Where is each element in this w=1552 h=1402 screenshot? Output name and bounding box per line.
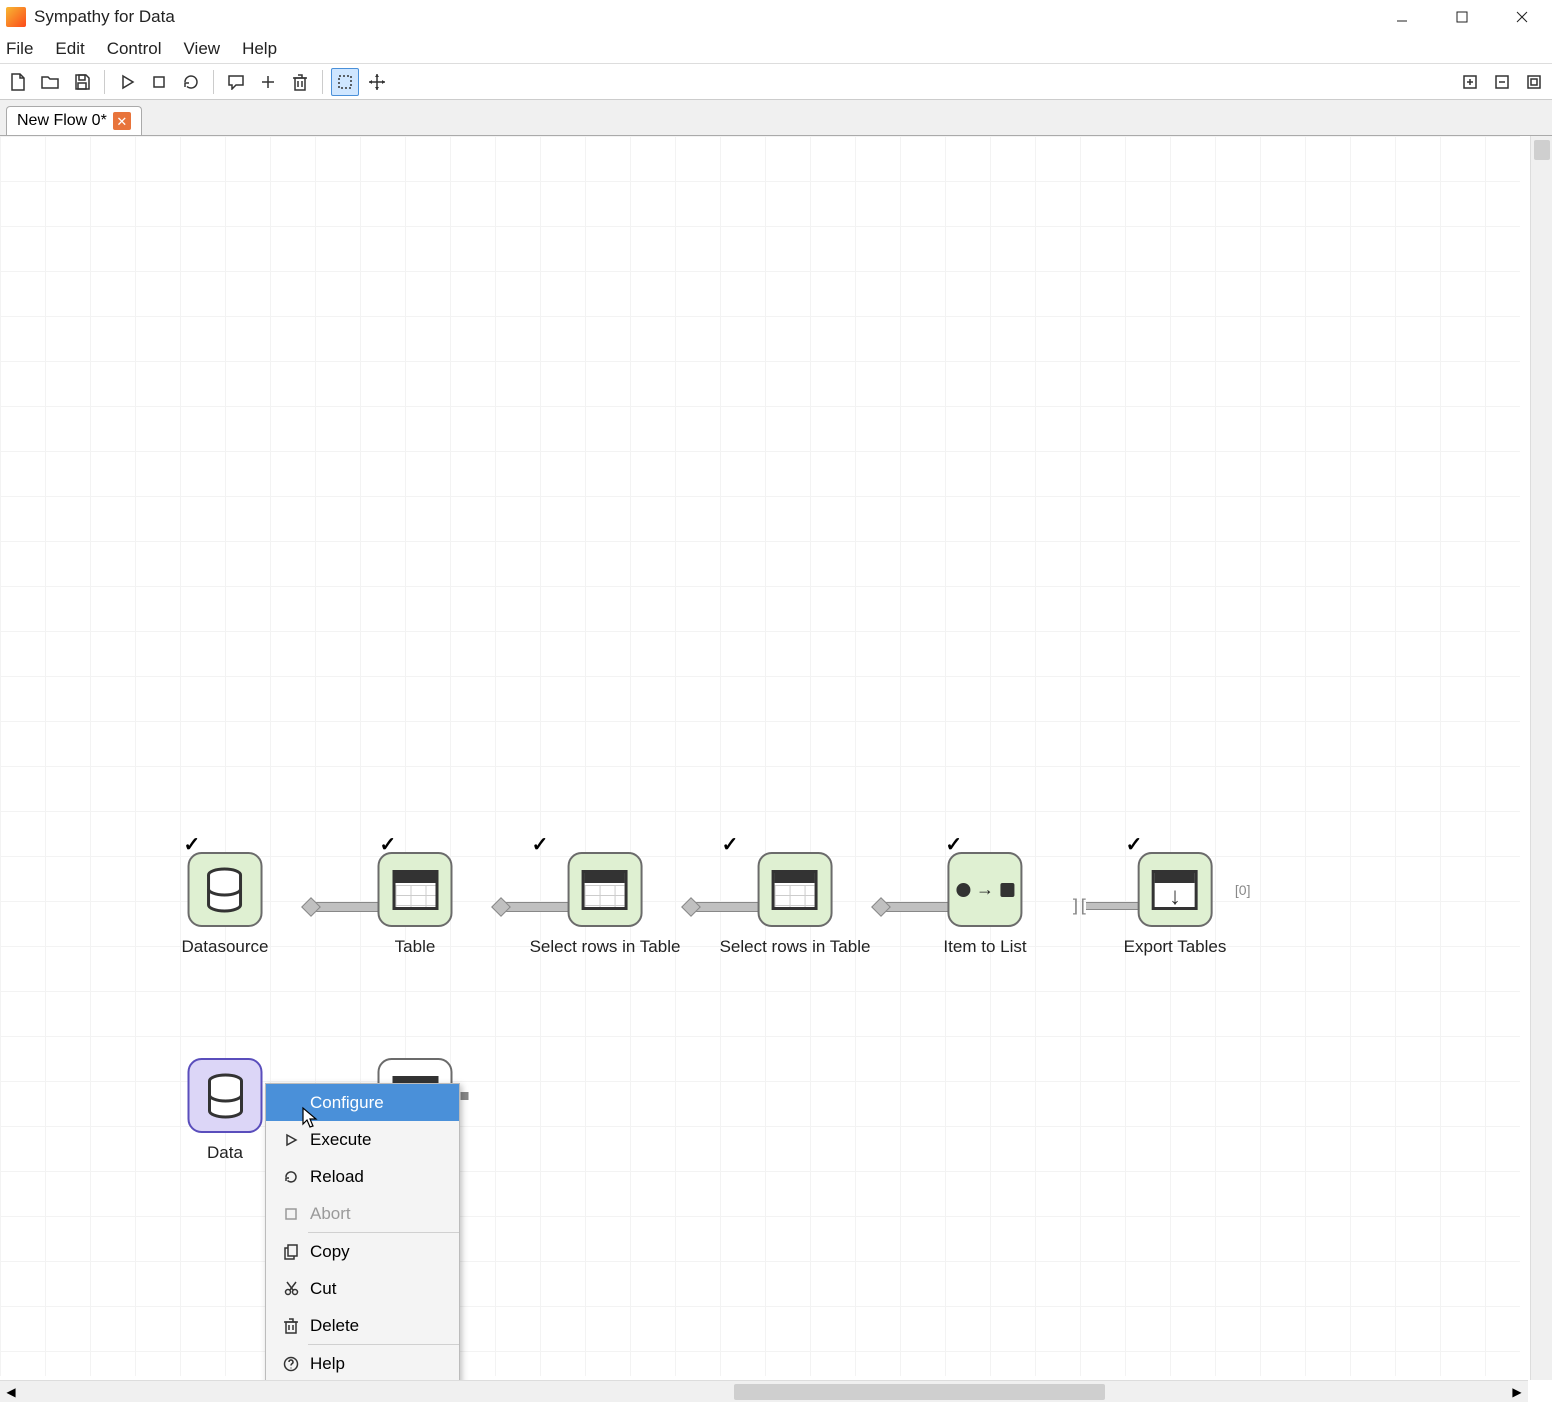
context-menu: Configure Execute Reload Abort Copy Cu (265, 1083, 460, 1402)
maximize-button[interactable] (1432, 0, 1492, 34)
window-title: Sympathy for Data (34, 7, 175, 27)
zoom-in-button[interactable] (1456, 68, 1484, 96)
ctx-cut[interactable]: Cut (266, 1270, 459, 1307)
node-export-tables[interactable]: ✓ ↓ [0] Export Tables (1124, 852, 1227, 957)
stop-icon (280, 1207, 302, 1221)
check-icon: ✓ (532, 832, 549, 857)
check-icon: ✓ (722, 832, 739, 857)
menu-help[interactable]: Help (242, 39, 277, 59)
tabs-bar: New Flow 0* ✕ (0, 100, 1552, 136)
zoom-out-button[interactable] (1488, 68, 1516, 96)
reload-button[interactable] (177, 68, 205, 96)
tab-new-flow[interactable]: New Flow 0* ✕ (6, 106, 142, 135)
vertical-scrollbar[interactable] (1530, 136, 1552, 1380)
trash-icon (280, 1318, 302, 1334)
toolbar (0, 64, 1552, 100)
help-icon (280, 1356, 302, 1372)
node-label: Export Tables (1124, 937, 1227, 957)
menubar: File Edit Control View Help (0, 34, 1552, 64)
node-item-to-list[interactable]: ✓ → Item to List (943, 852, 1026, 957)
flow-canvas[interactable]: ][][ ✓ Datasource ✓ Table ✓ Select rows … (0, 136, 1520, 1376)
check-icon: ✓ (1126, 832, 1143, 857)
close-button[interactable] (1492, 0, 1552, 34)
node-datasource-2[interactable]: Data (188, 1058, 263, 1163)
node-select-rows-1[interactable]: ✓ Select rows in Table (530, 852, 681, 957)
horizontal-scrollbar[interactable]: ◀ ▶ (0, 1380, 1528, 1402)
selection-tool-button[interactable] (331, 68, 359, 96)
scroll-right-icon[interactable]: ▶ (1506, 1381, 1528, 1402)
port-label: [0] (1235, 882, 1251, 898)
node-label: Data (207, 1143, 243, 1163)
play-button[interactable] (113, 68, 141, 96)
copy-icon (280, 1244, 302, 1260)
menu-control[interactable]: Control (107, 39, 162, 59)
tab-close-icon[interactable]: ✕ (113, 112, 131, 130)
open-file-button[interactable] (36, 68, 64, 96)
save-button[interactable] (68, 68, 96, 96)
refresh-icon (280, 1169, 302, 1185)
play-icon (280, 1133, 302, 1147)
ctx-copy[interactable]: Copy (266, 1233, 459, 1270)
add-button[interactable] (254, 68, 282, 96)
app-icon (6, 7, 26, 27)
menu-view[interactable]: View (184, 39, 221, 59)
node-datasource[interactable]: ✓ Datasource (182, 852, 269, 957)
canvas-area[interactable]: ][][ ✓ Datasource ✓ Table ✓ Select rows … (0, 136, 1552, 1402)
node-label: Table (395, 937, 436, 957)
output-port[interactable] (461, 1092, 469, 1100)
cut-icon (280, 1281, 302, 1296)
minimize-button[interactable] (1372, 0, 1432, 34)
node-select-rows-2[interactable]: ✓ Select rows in Table (720, 852, 871, 957)
ctx-abort: Abort (266, 1195, 459, 1232)
scroll-left-icon[interactable]: ◀ (0, 1381, 22, 1402)
menu-edit[interactable]: Edit (55, 39, 84, 59)
scrollbar-thumb[interactable] (734, 1384, 1105, 1400)
node-label: Select rows in Table (530, 937, 681, 957)
menu-file[interactable]: File (6, 39, 33, 59)
stop-button[interactable] (145, 68, 173, 96)
comment-button[interactable] (222, 68, 250, 96)
node-label: Select rows in Table (720, 937, 871, 957)
ctx-configure[interactable]: Configure (266, 1084, 459, 1121)
node-label: Item to List (943, 937, 1026, 957)
ctx-reload[interactable]: Reload (266, 1158, 459, 1195)
tab-label: New Flow 0* (17, 112, 107, 130)
node-table[interactable]: ✓ Table (378, 852, 453, 957)
new-file-button[interactable] (4, 68, 32, 96)
delete-button[interactable] (286, 68, 314, 96)
titlebar: Sympathy for Data (0, 0, 1552, 34)
ctx-help[interactable]: Help (266, 1345, 459, 1382)
zoom-fit-button[interactable] (1520, 68, 1548, 96)
ctx-execute[interactable]: Execute (266, 1121, 459, 1158)
ctx-delete[interactable]: Delete (266, 1307, 459, 1344)
node-label: Datasource (182, 937, 269, 957)
pan-tool-button[interactable] (363, 68, 391, 96)
